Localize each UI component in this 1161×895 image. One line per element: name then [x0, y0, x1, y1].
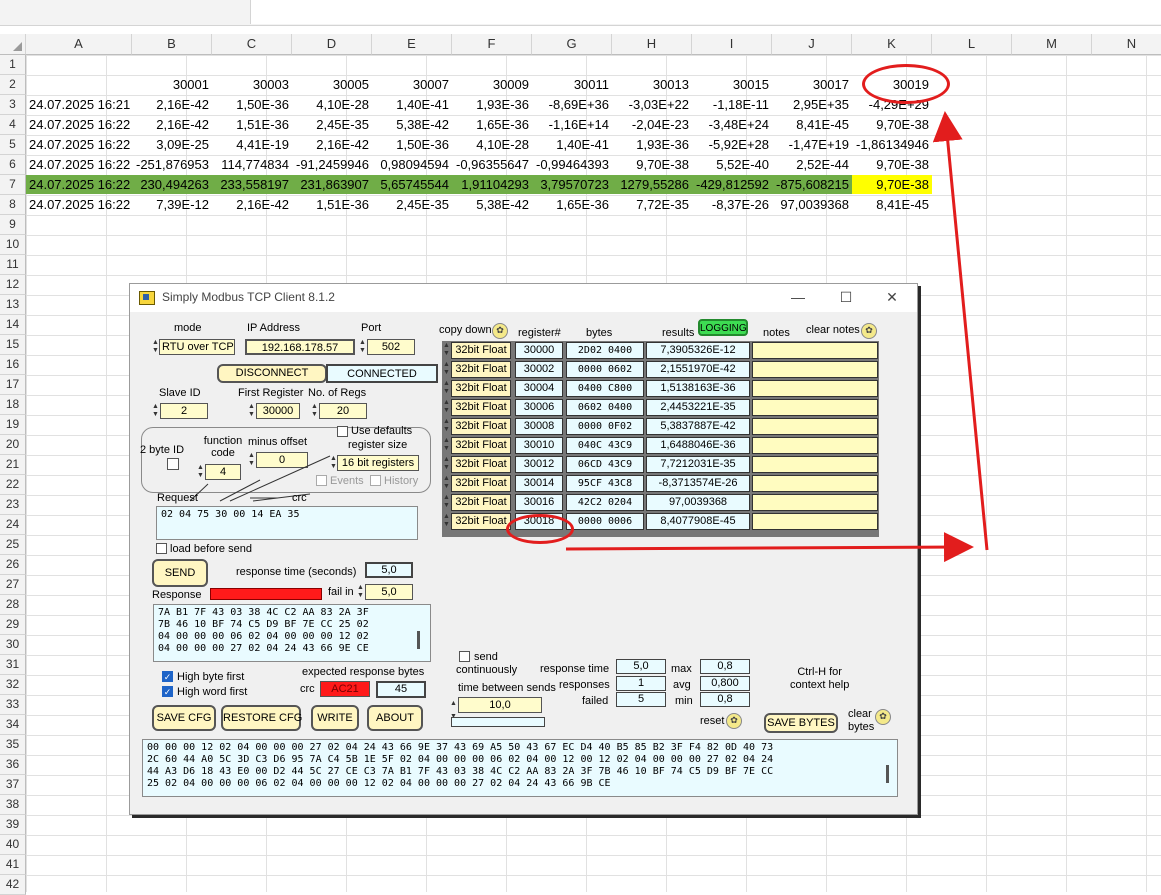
- annotation-arrows: [565, 111, 989, 563]
